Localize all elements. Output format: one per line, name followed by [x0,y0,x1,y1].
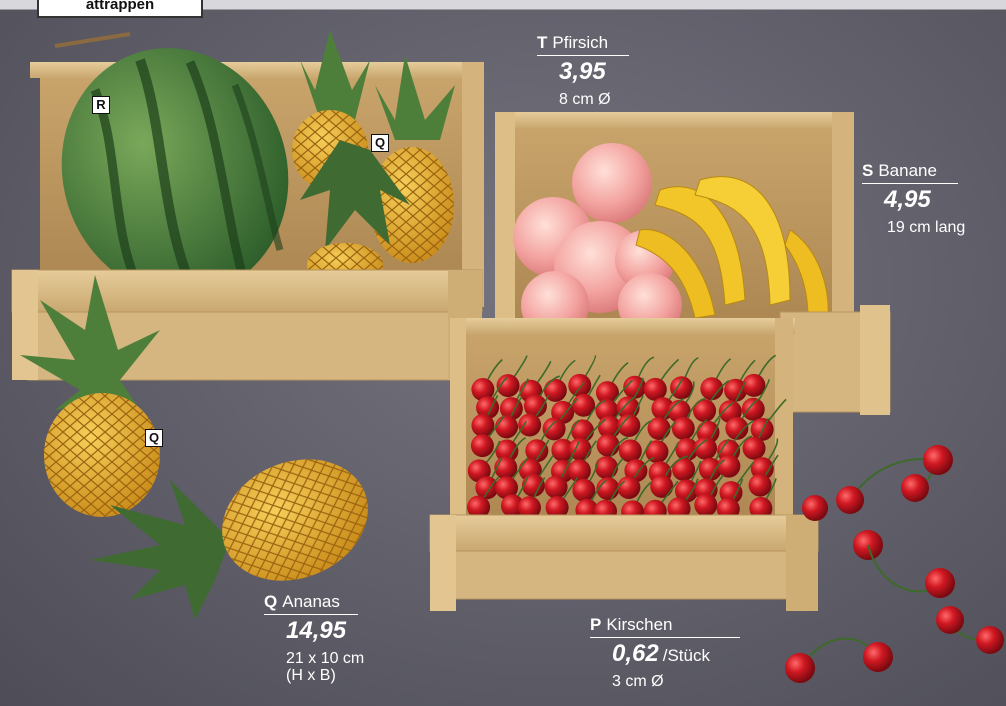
label-ananas-name: Ananas [282,592,340,611]
label-banane-name: Banane [878,161,937,180]
label-ananas-size-line1: 21 x 10 cm [286,650,365,667]
label-ananas-price: 14,95 [286,617,347,644]
label-ananas-size: 21 x 10 cm (H x B) [286,650,365,684]
cherry [741,397,765,421]
label-banane-rule [862,183,958,184]
label-kirschen-rule [590,637,740,638]
badge-watermelon: R [92,96,110,114]
label-ananas-rule [264,614,358,615]
label-ananas: Q Ananas 14,95 21 x 10 cm (H x B) [264,592,365,684]
cherry [694,493,718,517]
label-pfirsich-price: 3,95 [559,58,606,85]
label-kirschen-unit: /Stück [662,646,710,665]
cherry [495,415,519,439]
label-banane-letter: S [862,161,874,180]
label-kirschen-price: 0,62 [612,640,659,667]
label-pfirsich-name: Pfirsich [552,33,609,52]
cherry [650,474,674,498]
cherry [596,477,620,501]
label-kirschen-size: 3 cm Ø [612,673,664,690]
label-pfirsich-letter: T [537,33,548,52]
label-pfirsich-size: 8 cm Ø [559,91,611,108]
badge-pineapple-crate: Q [371,134,389,152]
cherry [595,456,619,480]
cherry [671,416,695,440]
cherry [521,473,545,497]
label-ananas-letter: Q [264,592,278,611]
label-banane-size: 19 cm lang [887,219,966,236]
cherry [518,413,542,437]
cherry [596,433,620,457]
label-kirschen-letter: P [590,615,602,634]
label-ananas-size-line2: (H x B) [286,667,336,684]
cherry [568,373,592,397]
label-kirschen: P Kirschen 0,62/Stück 3 cm Ø [590,615,740,690]
cherry [617,475,641,499]
cherry [542,417,566,441]
cherry [567,459,591,483]
crate-small-front [429,514,819,611]
cherry [470,434,494,458]
cherry [717,454,741,478]
cherry [544,475,568,499]
badge-pineapple-left: Q [145,429,163,447]
cherry [748,473,772,497]
crate-medium-front [779,305,891,415]
label-pfirsich: T Pfirsich 3,95 8 cm Ø [537,33,629,108]
label-banane: S Banane 4,95 19 cm lang [862,161,966,236]
fruit-photo [11,30,1004,683]
label-kirschen-name: Kirschen [606,615,673,634]
label-banane-price: 4,95 [884,186,931,213]
label-pfirsich-rule [537,55,629,56]
